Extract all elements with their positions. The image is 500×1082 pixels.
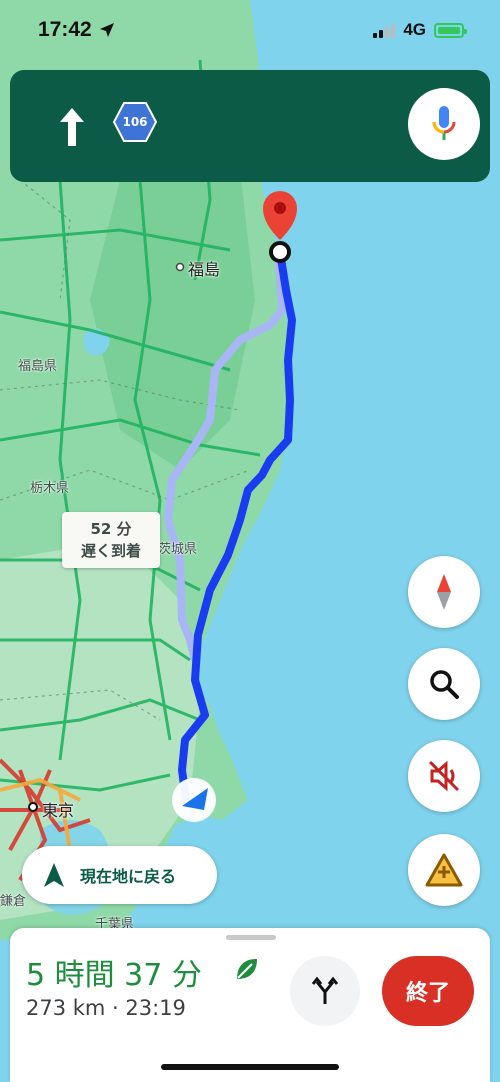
- signal-icon: [373, 22, 396, 38]
- recenter-label: 現在地に戻る: [80, 867, 177, 886]
- mute-button[interactable]: [408, 740, 480, 812]
- compass-icon: [437, 574, 451, 610]
- straight-arrow-icon: [60, 108, 84, 146]
- search-icon: [430, 670, 459, 699]
- status-bar: 17:42 4G: [0, 0, 500, 60]
- microphone-icon: [432, 106, 456, 140]
- eco-leaf-icon: [237, 959, 257, 979]
- map-label-tochigi-pref: 栃木県: [30, 481, 70, 496]
- trip-duration: 5 時間 37 分: [26, 958, 202, 993]
- status-right: 4G: [373, 20, 467, 40]
- map-label-ibaraki-pref: 茨城県: [158, 542, 198, 557]
- current-location-marker: [172, 778, 216, 822]
- sheet-handle[interactable]: [226, 935, 276, 940]
- battery-icon: [434, 22, 467, 38]
- trip-summary-sheet[interactable]: 5 時間 37 分 273 km · 23:19 終了: [10, 928, 490, 1082]
- warning-add-icon: [425, 853, 463, 887]
- delay-minutes: 52 分: [90, 520, 132, 538]
- map-label-fukushima-city: 福島: [188, 260, 221, 279]
- map-label-tokyo: 東京: [42, 801, 75, 820]
- fork-route-icon: [311, 976, 339, 1004]
- report-incident-button[interactable]: [408, 834, 480, 906]
- compass-button[interactable]: [408, 556, 480, 628]
- location-arrow-icon: [99, 23, 114, 37]
- voice-search-button[interactable]: [408, 88, 480, 160]
- muted-speaker-icon: [428, 760, 460, 792]
- status-time: 17:42: [38, 18, 116, 42]
- recenter-button[interactable]: 現在地に戻る: [22, 846, 217, 904]
- alternate-route-delay-callout[interactable]: 52 分 遅く到着: [62, 512, 160, 568]
- route-number: 106: [122, 115, 148, 129]
- delay-text: 遅く到着: [80, 542, 141, 560]
- navigation-arrow-icon: [44, 863, 64, 887]
- end-navigation-button[interactable]: 終了: [382, 956, 474, 1026]
- route-shield: 106: [112, 101, 158, 147]
- map-label-kamakura: 鎌倉: [0, 894, 27, 909]
- clock: 17:42: [38, 18, 92, 41]
- search-along-route-button[interactable]: [408, 648, 480, 720]
- home-indicator[interactable]: [161, 1064, 339, 1070]
- network-label: 4G: [403, 20, 426, 39]
- map-label-fukushima-pref: 福島県: [18, 359, 58, 374]
- trip-distance-arrival: 273 km · 23:19: [26, 996, 186, 1020]
- alternate-routes-button[interactable]: [290, 956, 360, 1026]
